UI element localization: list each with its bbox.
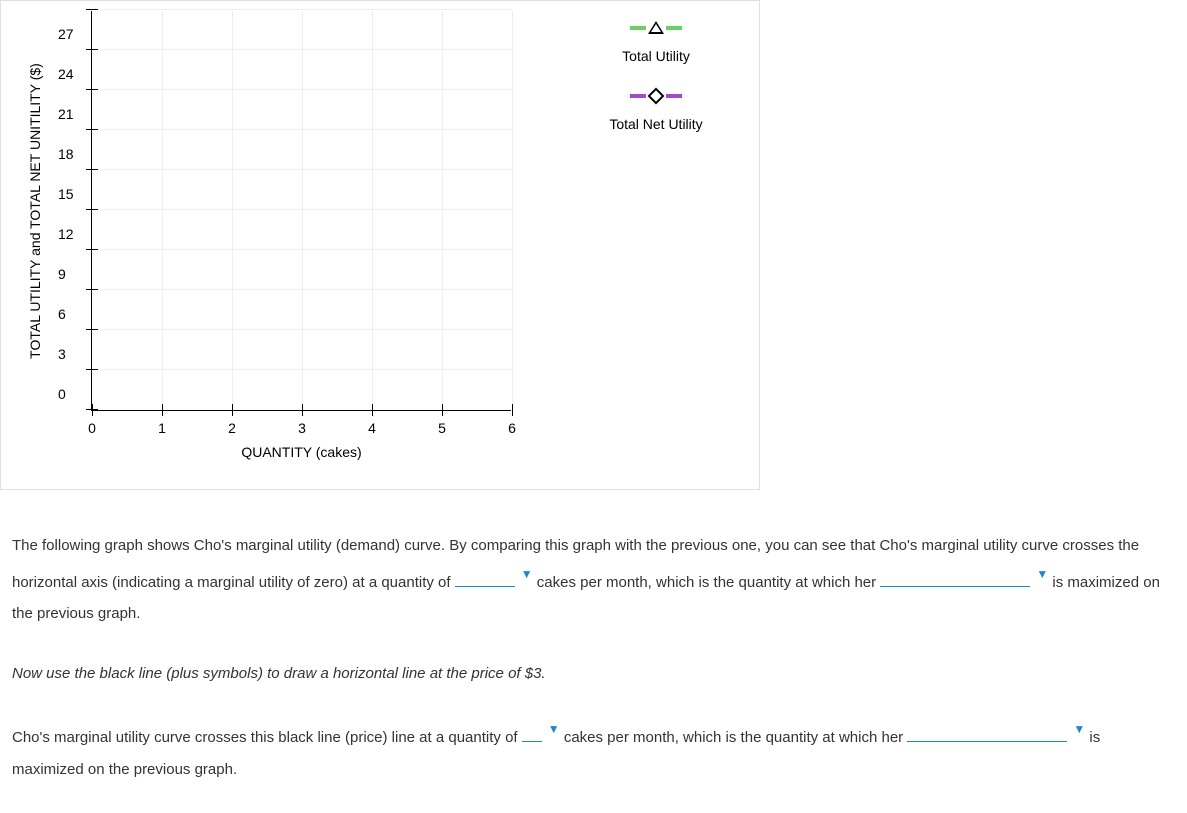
gridline	[442, 11, 443, 410]
y-axis-label: TOTAL UTILITY and TOTAL NET UNITILITY ($…	[27, 63, 43, 359]
blank-underline	[455, 570, 515, 587]
gridline	[92, 89, 511, 90]
dash-icon	[630, 26, 646, 30]
chart-area: 0 1 2 3 4 5 6 0 3 6 9 12 15 18 21 24 27 …	[91, 1, 591, 441]
gridline	[92, 249, 511, 250]
y-tick	[86, 49, 98, 50]
x-tick-label: 0	[88, 420, 96, 436]
legend-label-total-utility: Total Utility	[561, 48, 751, 64]
x-tick-label: 4	[368, 420, 376, 436]
y-tick	[86, 289, 98, 290]
y-tick-label: 30	[58, 0, 74, 2]
y-tick	[86, 409, 98, 410]
chevron-down-icon: ▼	[521, 562, 533, 587]
x-tick-label: 6	[508, 420, 516, 436]
legend-total-net-utility[interactable]: Total Net Utility	[561, 90, 751, 132]
x-axis-label: QUANTITY (cakes)	[241, 444, 361, 460]
legend-total-utility[interactable]: Total Utility	[561, 21, 751, 64]
y-tick-label: 3	[58, 346, 66, 362]
legend-label-total-net-utility: Total Net Utility	[561, 116, 751, 132]
text-segment: cakes per month, which is the quantity a…	[564, 729, 908, 746]
x-tick	[232, 404, 233, 416]
x-tick	[162, 404, 163, 416]
dash-icon	[666, 94, 682, 98]
y-tick-label: 0	[58, 386, 66, 402]
dropdown-maximized-1[interactable]: ▼	[880, 562, 1048, 587]
y-tick	[86, 9, 98, 10]
x-tick	[442, 404, 443, 416]
y-tick-label: 18	[58, 146, 74, 162]
gridline	[92, 169, 511, 170]
gridline	[512, 11, 513, 410]
dropdown-quantity-2[interactable]: ▼	[522, 717, 560, 742]
y-tick-label: 27	[58, 26, 74, 42]
paragraph-instruction: Now use the black line (plus symbols) to…	[12, 658, 1175, 690]
y-tick	[86, 129, 98, 130]
blank-underline	[522, 726, 542, 743]
x-tick	[92, 404, 93, 416]
chevron-down-icon: ▼	[1036, 562, 1048, 587]
chart-panel: TOTAL UTILITY and TOTAL NET UNITILITY ($…	[0, 0, 760, 490]
paragraph-1: The following graph shows Cho's marginal…	[12, 530, 1175, 630]
y-tick	[86, 89, 98, 90]
text-segment: Cho's marginal utility curve crosses thi…	[12, 729, 522, 746]
paragraph-3: Cho's marginal utility curve crosses thi…	[12, 717, 1175, 785]
y-tick-label: 9	[58, 266, 66, 282]
gridline	[162, 11, 163, 410]
y-tick-label: 15	[58, 186, 74, 202]
x-tick-label: 2	[228, 420, 236, 436]
x-tick-label: 5	[438, 420, 446, 436]
x-tick	[302, 404, 303, 416]
gridline	[302, 11, 303, 410]
x-tick-label: 1	[158, 420, 166, 436]
triangle-icon	[648, 21, 664, 34]
x-tick	[372, 404, 373, 416]
text-segment: cakes per month, which is the quantity a…	[537, 574, 881, 591]
y-tick-label: 21	[58, 106, 74, 122]
gridline	[232, 11, 233, 410]
gridline	[92, 209, 511, 210]
y-tick-label: 12	[58, 226, 74, 242]
dash-icon	[630, 94, 646, 98]
y-tick	[86, 369, 98, 370]
gridline	[92, 129, 511, 130]
y-tick	[86, 249, 98, 250]
gridline	[92, 9, 511, 10]
y-tick-label: 6	[58, 306, 66, 322]
legend-marker-total-net-utility	[561, 90, 751, 102]
chevron-down-icon: ▼	[548, 717, 560, 742]
legend-marker-total-utility	[561, 21, 751, 34]
blank-underline	[907, 726, 1067, 743]
gridline	[92, 369, 511, 370]
plot-region[interactable]: 0 1 2 3 4 5 6 0 3 6 9 12 15 18 21 24 27 …	[91, 11, 511, 411]
x-tick-label: 3	[298, 420, 306, 436]
gridline	[92, 289, 511, 290]
gridline	[372, 11, 373, 410]
y-tick-label: 24	[58, 66, 74, 82]
dash-icon	[666, 26, 682, 30]
blank-underline	[880, 570, 1030, 587]
diamond-icon	[648, 88, 665, 105]
gridline	[92, 49, 511, 50]
question-text: The following graph shows Cho's marginal…	[0, 530, 1187, 785]
dropdown-maximized-2[interactable]: ▼	[907, 717, 1085, 742]
dropdown-quantity-1[interactable]: ▼	[455, 562, 533, 587]
y-tick	[86, 329, 98, 330]
legend: Total Utility Total Net Utility	[561, 21, 751, 158]
gridline	[92, 329, 511, 330]
x-tick	[512, 404, 513, 416]
chevron-down-icon: ▼	[1073, 717, 1085, 742]
y-tick	[86, 169, 98, 170]
y-tick	[86, 209, 98, 210]
